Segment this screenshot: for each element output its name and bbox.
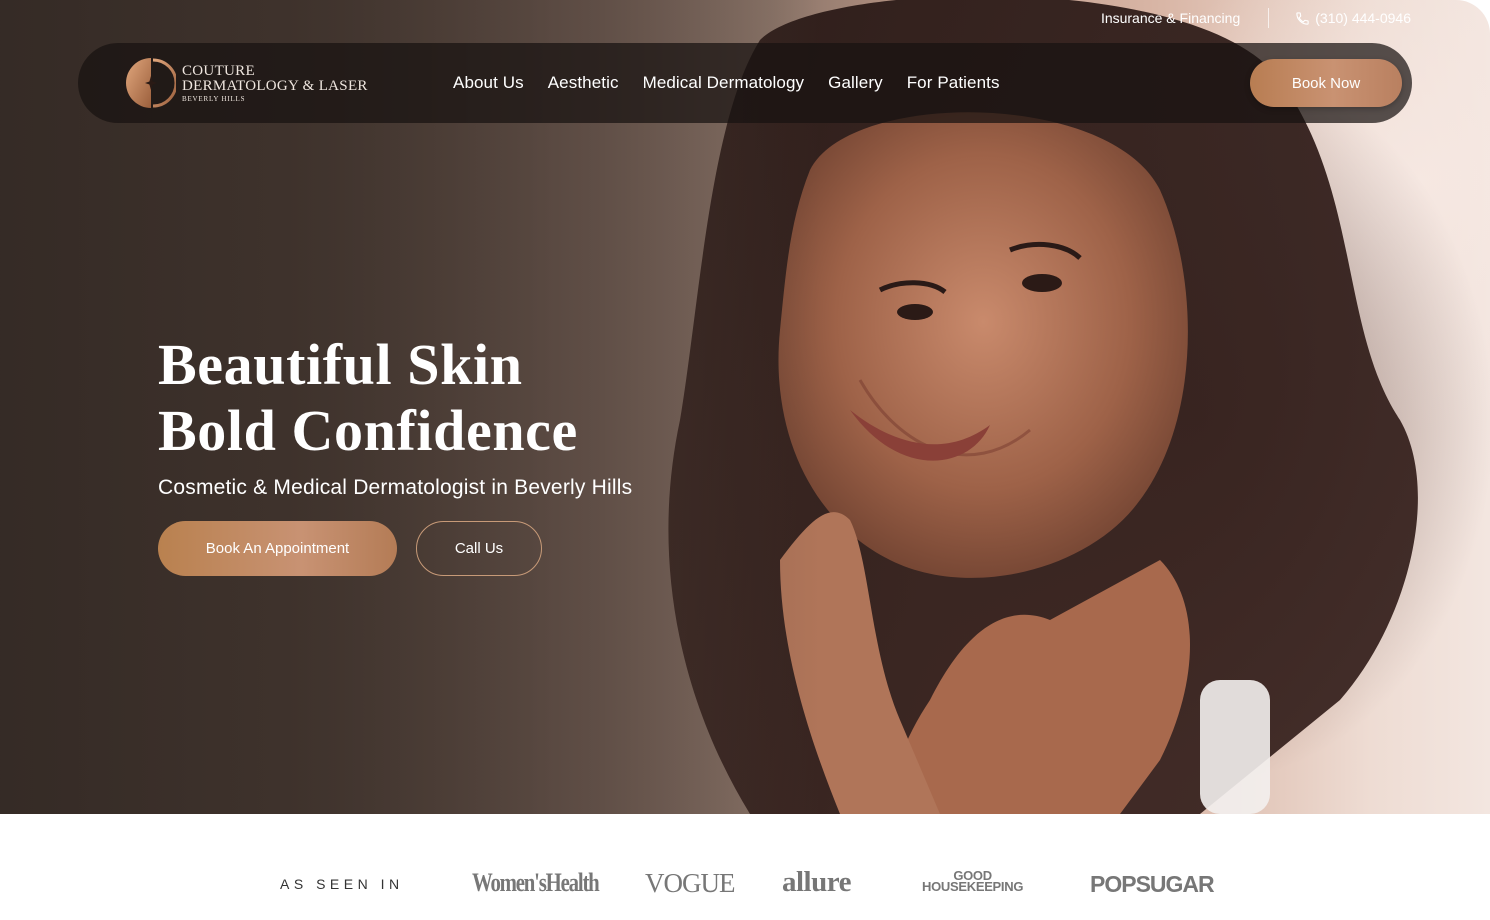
phone-number: (310) 444-0946 xyxy=(1315,10,1411,26)
utility-divider xyxy=(1268,8,1270,28)
good-housekeeping-logo: GOOD HOUSEKEEPING xyxy=(922,869,1024,894)
main-navbar: COUTURE DERMATOLOGY & LASER BEVERLY HILL… xyxy=(78,43,1412,123)
as-seen-in-section: AS SEEN IN Women'sHealth VOGUE allure GO… xyxy=(0,814,1490,920)
phone-link[interactable]: (310) 444-0946 xyxy=(1295,10,1411,26)
book-now-button[interactable]: Book Now xyxy=(1250,59,1402,107)
nav-item-aesthetic[interactable]: Aesthetic xyxy=(548,73,619,93)
logo-emblem-icon xyxy=(126,58,176,108)
primary-nav: About Us Aesthetic Medical Dermatology G… xyxy=(453,43,1000,123)
hero-subheadline: Cosmetic & Medical Dermatologist in Beve… xyxy=(158,476,633,499)
insurance-financing-link[interactable]: Insurance & Financing xyxy=(1101,10,1240,26)
vogue-logo: VOGUE xyxy=(645,868,735,898)
book-appointment-button[interactable]: Book An Appointment xyxy=(158,521,397,576)
nav-item-about-us[interactable]: About Us xyxy=(453,73,524,93)
nav-item-medical-dermatology[interactable]: Medical Dermatology xyxy=(643,73,805,93)
brand-line-2: DERMATOLOGY & LASER xyxy=(182,77,368,94)
hero-headline: Beautiful Skin Bold Confidence xyxy=(158,332,578,464)
gh-line-2: HOUSEKEEPING xyxy=(922,879,1024,894)
call-us-button[interactable]: Call Us xyxy=(416,521,542,576)
as-seen-in-label: AS SEEN IN xyxy=(280,876,404,892)
womens-health-logo: Women'sHealth xyxy=(472,868,600,897)
brand-line-1: COUTURE xyxy=(182,62,255,79)
brand-wordmark: COUTURE DERMATOLOGY & LASER BEVERLY HILL… xyxy=(182,62,368,103)
headline-line-1: Beautiful Skin xyxy=(158,332,523,397)
brand-logo[interactable]: COUTURE DERMATOLOGY & LASER BEVERLY HILL… xyxy=(126,56,368,110)
nav-item-gallery[interactable]: Gallery xyxy=(828,73,883,93)
phone-icon xyxy=(1296,11,1309,25)
headline-line-2: Bold Confidence xyxy=(158,398,578,463)
popsugar-logo: POPSUGAR xyxy=(1090,871,1215,897)
allure-logo: allure xyxy=(782,866,851,898)
brand-line-3: BEVERLY HILLS xyxy=(182,94,246,103)
hero-section: Insurance & Financing (310) 444-0946 COU… xyxy=(0,0,1490,814)
nav-item-for-patients[interactable]: For Patients xyxy=(907,73,1000,93)
utility-bar: Insurance & Financing (310) 444-0946 xyxy=(1101,8,1411,28)
